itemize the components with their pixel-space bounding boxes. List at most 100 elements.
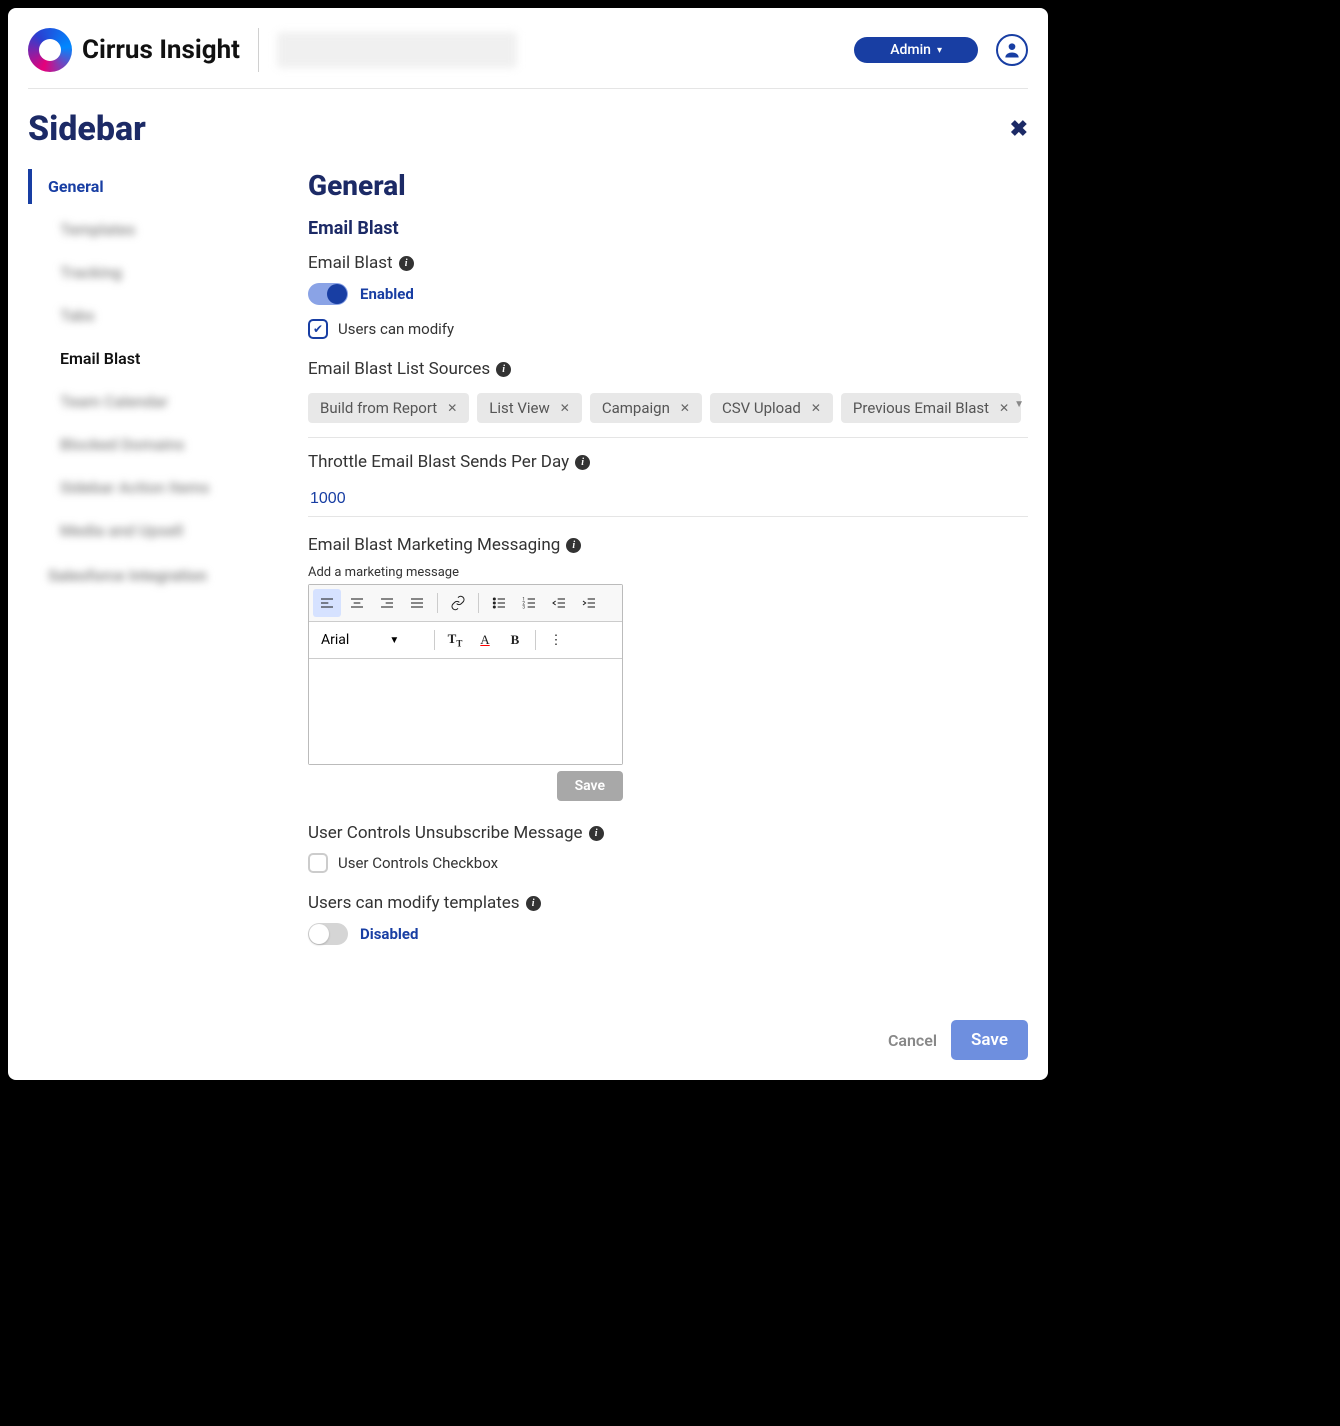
user-controls-checkbox-label: User Controls Checkbox bbox=[338, 854, 498, 872]
sidebar-item-blurred[interactable]: Blocked Domains bbox=[28, 427, 278, 462]
align-justify-icon[interactable] bbox=[403, 589, 431, 617]
email-blast-toggle[interactable] bbox=[308, 283, 348, 305]
link-icon[interactable] bbox=[444, 589, 472, 617]
email-blast-label-text: Email Blast bbox=[308, 253, 393, 273]
outdent-icon[interactable] bbox=[545, 589, 573, 617]
throttle-label-text: Throttle Email Blast Sends Per Day bbox=[308, 452, 569, 472]
info-icon[interactable]: i bbox=[566, 538, 581, 553]
chip-label: Campaign bbox=[602, 399, 670, 417]
sidebar-item-general[interactable]: General bbox=[28, 169, 278, 204]
chips-dropdown-icon[interactable]: ▼ bbox=[1014, 399, 1024, 410]
marketing-label: Email Blast Marketing Messaging i bbox=[308, 535, 1028, 555]
bold-icon[interactable]: B bbox=[501, 626, 529, 654]
unsubscribe-label-text: User Controls Unsubscribe Message bbox=[308, 823, 583, 843]
align-right-icon[interactable] bbox=[373, 589, 401, 617]
unsubscribe-label: User Controls Unsubscribe Message i bbox=[308, 823, 1028, 843]
admin-label: Admin bbox=[890, 42, 931, 58]
subsection-heading: Email Blast bbox=[308, 218, 1028, 239]
bullet-list-icon[interactable] bbox=[485, 589, 513, 617]
layout: General Templates Tracking Tabs Email Bl… bbox=[28, 169, 1028, 959]
editor-body[interactable] bbox=[309, 659, 622, 764]
chevron-down-icon: ▼ bbox=[389, 635, 399, 646]
section-heading: General bbox=[308, 169, 1028, 202]
chip-label: Build from Report bbox=[320, 399, 437, 417]
sidebar-item-blurred[interactable]: Team Calendar bbox=[28, 384, 278, 419]
sidebar-item-blurred[interactable]: Tabs bbox=[28, 298, 278, 333]
modify-templates-toggle-row: Disabled bbox=[308, 923, 1028, 945]
page-title: Sidebar bbox=[28, 109, 146, 149]
font-family-select[interactable]: Arial ▼ bbox=[313, 628, 428, 652]
font-size-icon[interactable]: TT bbox=[441, 626, 469, 654]
chip-remove-icon[interactable]: ✕ bbox=[680, 401, 690, 415]
chip-label: List View bbox=[489, 399, 550, 417]
email-blast-label: Email Blast i bbox=[308, 253, 1028, 273]
cancel-button[interactable]: Cancel bbox=[888, 1031, 937, 1050]
users-modify-checkbox[interactable]: ✔ bbox=[308, 319, 328, 339]
chip-remove-icon[interactable]: ✕ bbox=[999, 401, 1009, 415]
admin-dropdown[interactable]: Admin ▾ bbox=[854, 37, 978, 63]
header: Cirrus Insight Admin ▾ bbox=[28, 28, 1028, 89]
user-controls-checkbox[interactable]: ✔ bbox=[308, 853, 328, 873]
close-icon[interactable]: ✖ bbox=[1010, 117, 1028, 142]
list-sources-label-text: Email Blast List Sources bbox=[308, 359, 490, 379]
chip-campaign: Campaign ✕ bbox=[590, 393, 702, 423]
chip-label: CSV Upload bbox=[722, 399, 801, 417]
org-selector-blurred[interactable] bbox=[277, 32, 517, 68]
info-icon[interactable]: i bbox=[496, 362, 511, 377]
brand-name: Cirrus Insight bbox=[82, 35, 240, 65]
chip-remove-icon[interactable]: ✕ bbox=[447, 401, 457, 415]
chip-list-view: List View ✕ bbox=[477, 393, 582, 423]
info-icon[interactable]: i bbox=[526, 896, 541, 911]
footer-buttons: Cancel Save bbox=[888, 1020, 1028, 1060]
rich-text-editor: 123 Arial ▼ TT A B ⋮ bbox=[308, 584, 623, 765]
toggle-state-label: Disabled bbox=[360, 925, 418, 943]
divider bbox=[258, 28, 259, 72]
text-color-icon[interactable]: A bbox=[471, 626, 499, 654]
main-content: General Email Blast Email Blast i Enable… bbox=[308, 169, 1028, 959]
chip-remove-icon[interactable]: ✕ bbox=[811, 401, 821, 415]
toolbar-row-2: Arial ▼ TT A B ⋮ bbox=[309, 622, 622, 659]
info-icon[interactable]: i bbox=[575, 455, 590, 470]
indent-icon[interactable] bbox=[575, 589, 603, 617]
modify-templates-label-text: Users can modify templates bbox=[308, 893, 520, 913]
sidebar-item-blurred[interactable]: Tracking bbox=[28, 255, 278, 290]
sidebar-item-blurred[interactable]: Salesforce Integration bbox=[28, 558, 278, 593]
toolbar-separator bbox=[478, 593, 479, 613]
throttle-input[interactable] bbox=[308, 482, 1028, 517]
chip-csv-upload: CSV Upload ✕ bbox=[710, 393, 833, 423]
logo-icon bbox=[28, 28, 72, 72]
align-left-icon[interactable] bbox=[313, 589, 341, 617]
user-controls-checkbox-row: ✔ User Controls Checkbox bbox=[308, 853, 1028, 873]
editor-save-button[interactable]: Save bbox=[557, 771, 623, 801]
toggle-state-label: Enabled bbox=[360, 285, 414, 303]
chip-label: Previous Email Blast bbox=[853, 399, 989, 417]
sidebar-item-blurred[interactable]: Media and Upsell bbox=[28, 513, 278, 548]
marketing-sublabel: Add a marketing message bbox=[308, 565, 1028, 580]
list-sources-chips[interactable]: Build from Report ✕ List View ✕ Campaign… bbox=[308, 389, 1028, 438]
chip-remove-icon[interactable]: ✕ bbox=[560, 401, 570, 415]
align-center-icon[interactable] bbox=[343, 589, 371, 617]
chevron-down-icon: ▾ bbox=[937, 45, 942, 56]
sidebar-item-blurred[interactable]: Templates bbox=[28, 212, 278, 247]
sidebar-item-email-blast[interactable]: Email Blast bbox=[28, 341, 278, 376]
app-window: Cirrus Insight Admin ▾ Sidebar ✖ General… bbox=[8, 8, 1048, 1080]
numbered-list-icon[interactable]: 123 bbox=[515, 589, 543, 617]
modify-templates-toggle[interactable] bbox=[308, 923, 348, 945]
throttle-label: Throttle Email Blast Sends Per Day i bbox=[308, 452, 1028, 472]
chip-previous-email-blast: Previous Email Blast ✕ bbox=[841, 393, 1021, 423]
sidebar-item-blurred[interactable]: Sidebar Action Items bbox=[28, 470, 278, 505]
font-name: Arial bbox=[321, 632, 349, 648]
sidebar: General Templates Tracking Tabs Email Bl… bbox=[28, 169, 278, 959]
more-options-icon[interactable]: ⋮ bbox=[542, 626, 570, 654]
info-icon[interactable]: i bbox=[589, 826, 604, 841]
toolbar-separator bbox=[535, 630, 536, 650]
info-icon[interactable]: i bbox=[399, 256, 414, 271]
editor-save-wrap: Save bbox=[308, 771, 623, 801]
chip-build-from-report: Build from Report ✕ bbox=[308, 393, 469, 423]
toolbar-separator bbox=[437, 593, 438, 613]
marketing-label-text: Email Blast Marketing Messaging bbox=[308, 535, 560, 555]
save-button[interactable]: Save bbox=[951, 1020, 1028, 1060]
avatar-icon[interactable] bbox=[996, 34, 1028, 66]
header-right: Admin ▾ bbox=[854, 34, 1028, 66]
svg-text:3: 3 bbox=[522, 604, 525, 610]
